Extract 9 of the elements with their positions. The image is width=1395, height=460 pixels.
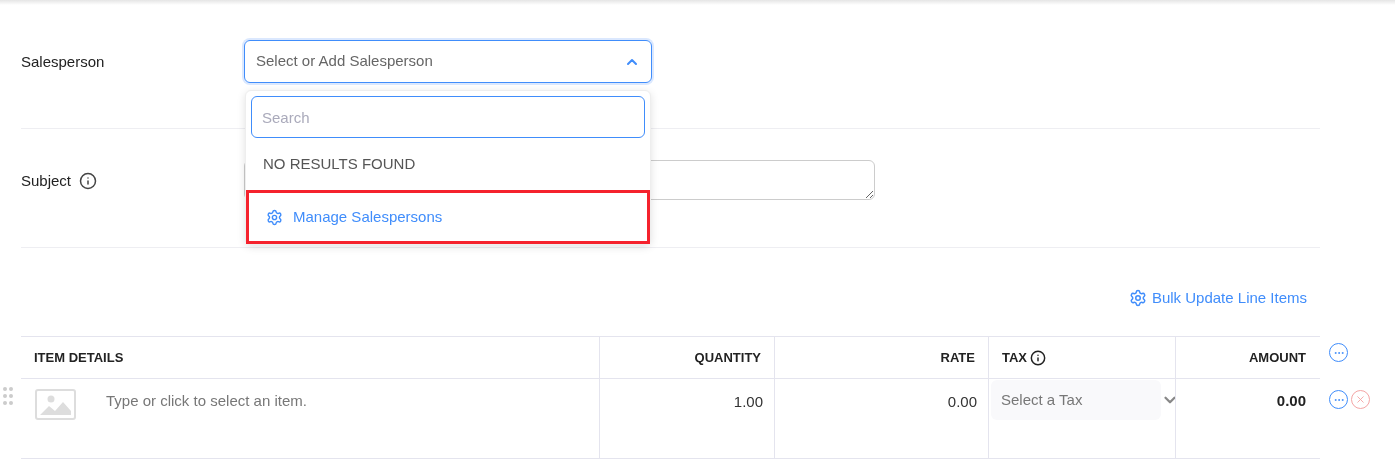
salesperson-label: Salesperson bbox=[21, 52, 106, 72]
column-header: QUANTITY bbox=[694, 348, 761, 367]
column-header: TAX bbox=[1002, 348, 1028, 367]
amount-value: 0.00 bbox=[1276, 391, 1306, 411]
column-header: RATE bbox=[940, 348, 975, 367]
subject-label: Subject bbox=[21, 171, 72, 191]
column-header: AMOUNT bbox=[1248, 348, 1306, 367]
empty-message: NO RESULTS FOUND bbox=[263, 153, 416, 174]
column-header: ITEM DETAILS bbox=[34, 348, 124, 367]
